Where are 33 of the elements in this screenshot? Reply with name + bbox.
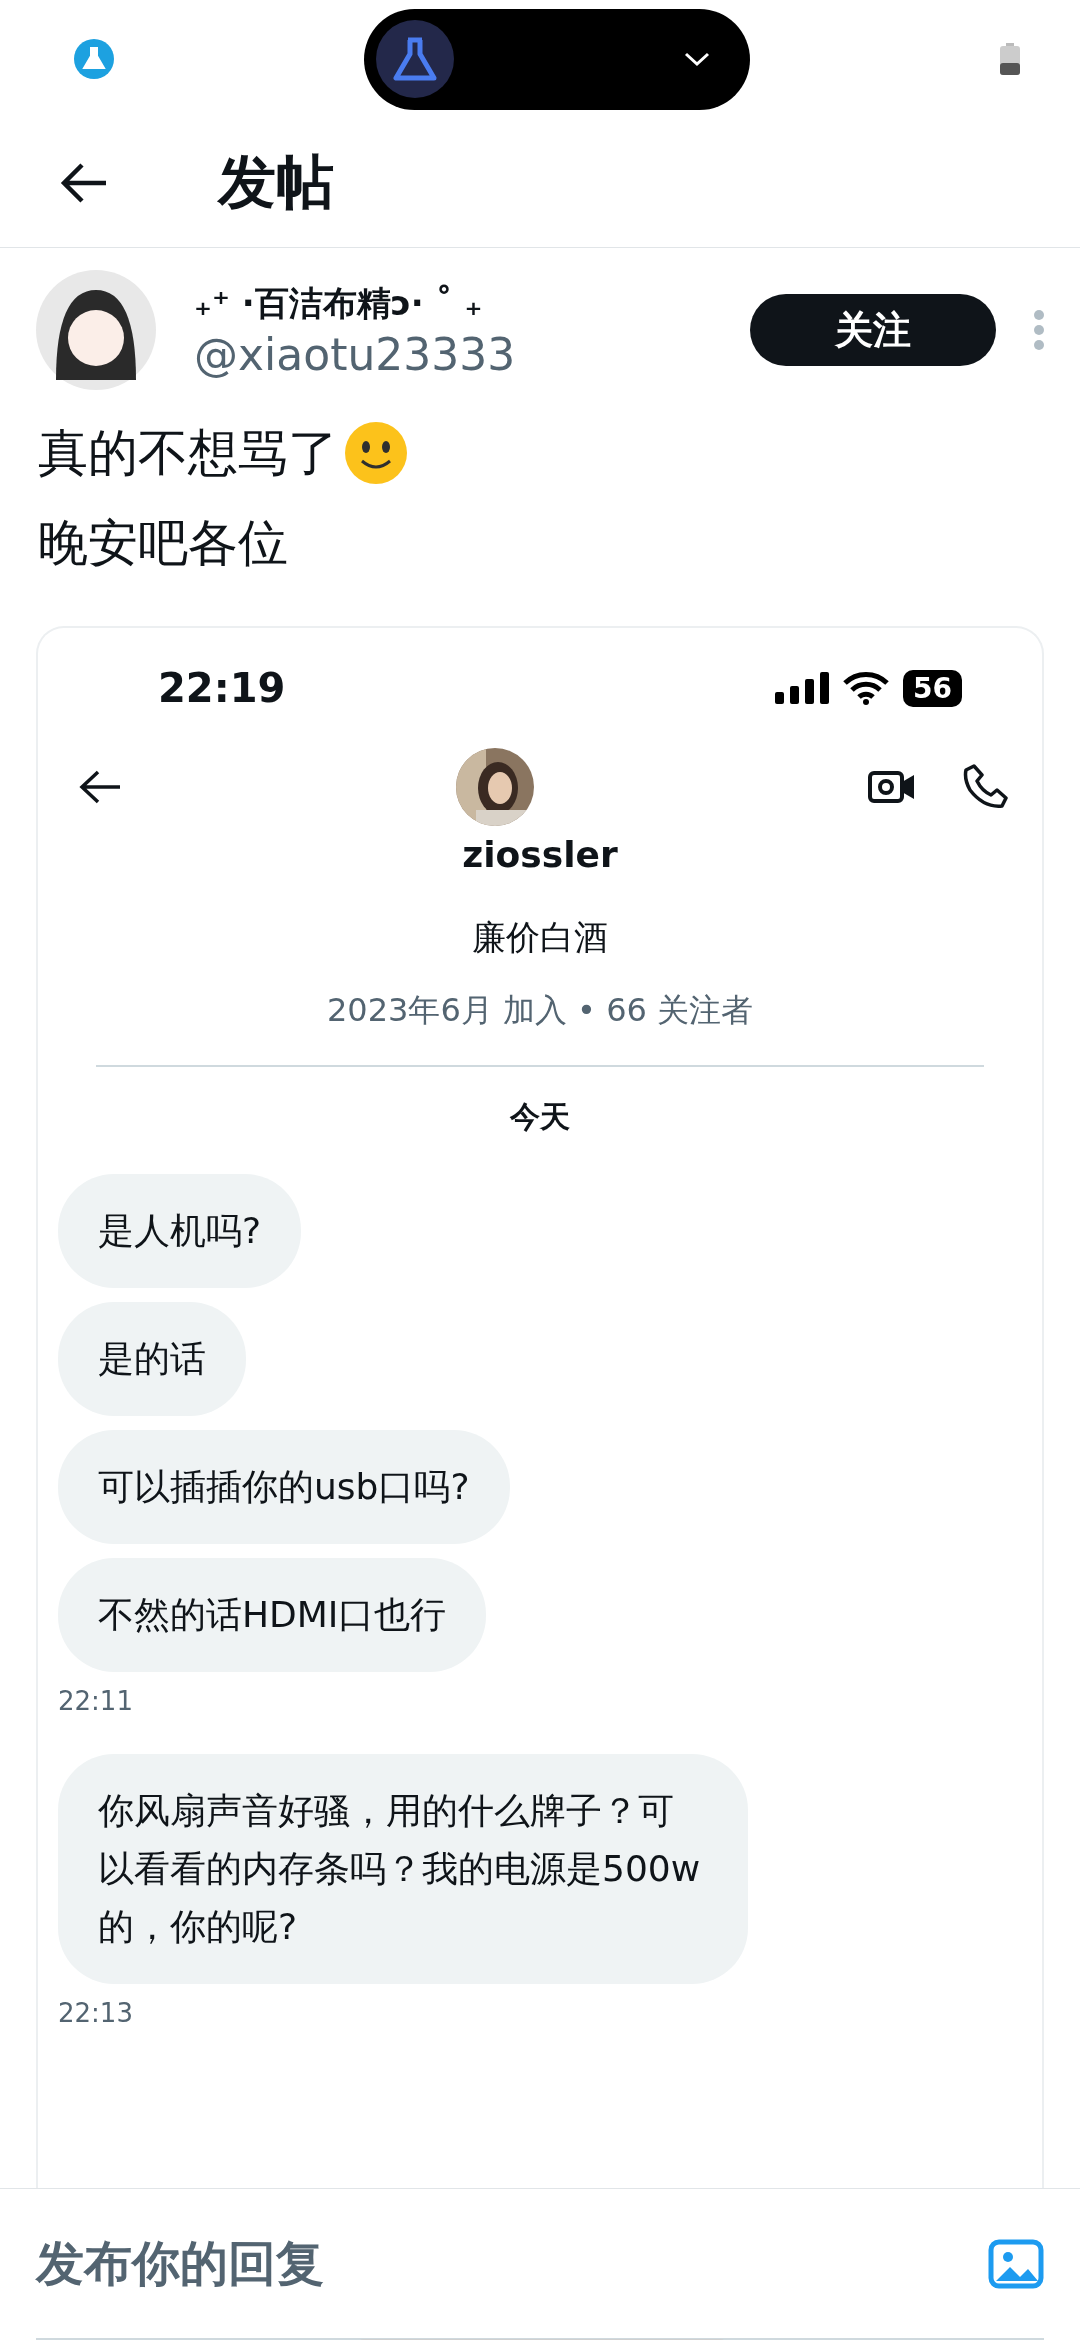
message-time: 22:13 bbox=[58, 1998, 133, 2028]
message-bubble: 是的话 bbox=[58, 1302, 246, 1416]
message-bubble: 是人机吗? bbox=[58, 1174, 302, 1288]
post-text: 真的不想骂了 bbox=[38, 422, 338, 484]
flask-icon bbox=[74, 39, 114, 79]
follow-button[interactable]: 关注 bbox=[750, 294, 996, 366]
video-call-icon[interactable] bbox=[868, 769, 916, 805]
flask-icon bbox=[376, 20, 454, 98]
contact-meta: 2023年6月 加入 • 66 关注者 bbox=[325, 990, 755, 1031]
avatar[interactable] bbox=[36, 270, 156, 390]
day-label: 今天 bbox=[509, 1098, 571, 1136]
battery-icon bbox=[1000, 43, 1020, 75]
message-time: 22:11 bbox=[58, 1686, 133, 1716]
author-name[interactable]: ₊⁺ ·百洁布精ↄ· ˚ ₊ bbox=[194, 280, 712, 327]
battery-level: 56 bbox=[903, 669, 962, 707]
author-handle[interactable]: @xiaotu23333 bbox=[194, 328, 712, 380]
message-bubble: 可以插插你的usb口吗? bbox=[58, 1430, 510, 1544]
phone-time: 22:19 bbox=[158, 665, 286, 711]
reply-field[interactable]: 发布你的回复 bbox=[36, 2231, 324, 2296]
contact-name[interactable]: ziossler bbox=[58, 834, 1022, 875]
smiley-icon bbox=[344, 421, 408, 485]
contact-bio: 廉价白酒 bbox=[471, 916, 609, 959]
image-icon[interactable] bbox=[988, 2238, 1044, 2289]
post-text: 晚安吧各位 bbox=[38, 512, 288, 574]
message-bubble: 不然的话HDMI口也行 bbox=[58, 1558, 487, 1672]
message-bubble: 你风扇声音好骚，用的什么牌子？可以看看的内存条吗？我的电源是500w的，你的呢? bbox=[58, 1754, 748, 1984]
back-arrow-icon[interactable] bbox=[78, 769, 122, 805]
back-arrow-icon[interactable] bbox=[60, 161, 108, 204]
chevron-down-icon bbox=[684, 51, 710, 67]
phone-icon[interactable] bbox=[962, 763, 1008, 811]
signal-icon bbox=[775, 672, 830, 704]
page-title: 发帖 bbox=[218, 146, 334, 218]
wifi-icon bbox=[843, 671, 890, 705]
